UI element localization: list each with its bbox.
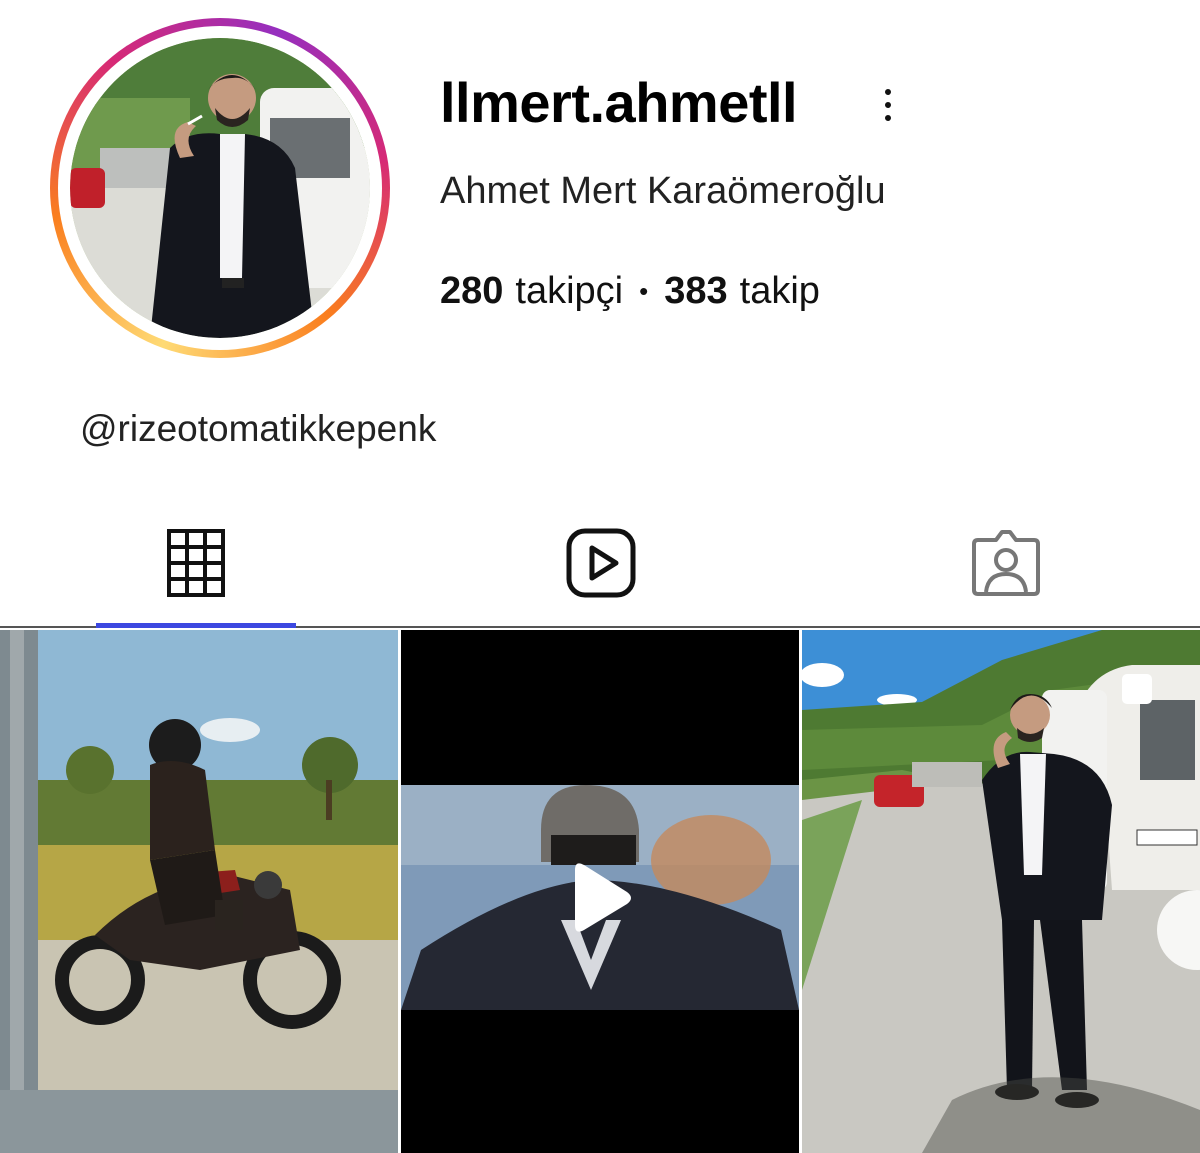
grid-icon bbox=[167, 529, 225, 597]
multi-photo-icon bbox=[1122, 674, 1152, 704]
tab-tagged[interactable] bbox=[906, 500, 1106, 626]
username: llmert.ahmetll bbox=[440, 71, 798, 134]
post-image bbox=[401, 630, 799, 1153]
followers-count: 280 bbox=[440, 270, 504, 312]
following-link[interactable]: 383 takip bbox=[664, 270, 820, 313]
post-image bbox=[0, 630, 398, 1153]
reels-icon bbox=[566, 528, 636, 598]
full-name: Ahmet Mert Karaömeroğlu bbox=[440, 170, 886, 212]
more-dot-icon bbox=[885, 89, 891, 95]
bio-mention-link[interactable]: @rizeotomatikkepenk bbox=[80, 408, 436, 450]
followers-link[interactable]: 280 takipçi bbox=[440, 270, 623, 313]
more-dot-icon bbox=[885, 102, 891, 108]
profile-stats: 280 takipçi • 383 takip bbox=[440, 270, 820, 313]
active-tab-indicator bbox=[96, 623, 296, 628]
post-tile[interactable] bbox=[401, 630, 799, 1153]
post-tile[interactable] bbox=[0, 630, 398, 1153]
stats-separator: • bbox=[639, 276, 649, 306]
tagged-person-icon bbox=[972, 530, 1040, 596]
following-count: 383 bbox=[664, 270, 728, 312]
story-ring[interactable] bbox=[50, 18, 390, 358]
following-label: takip bbox=[739, 270, 820, 312]
more-options-button[interactable] bbox=[870, 80, 906, 130]
tab-reels[interactable] bbox=[501, 500, 701, 626]
profile-page: llmert.ahmetll Ahmet Mert Karaömeroğlu 2… bbox=[0, 0, 1200, 1153]
posts-grid bbox=[0, 630, 1200, 1153]
followers-label: takipçi bbox=[515, 270, 624, 312]
post-tile[interactable] bbox=[802, 630, 1200, 1153]
profile-tabs bbox=[0, 500, 1200, 628]
avatar bbox=[70, 38, 370, 338]
avatar-gap bbox=[58, 26, 382, 350]
post-image bbox=[802, 630, 1200, 1153]
more-dot-icon bbox=[885, 115, 891, 121]
tab-posts[interactable] bbox=[96, 500, 296, 626]
